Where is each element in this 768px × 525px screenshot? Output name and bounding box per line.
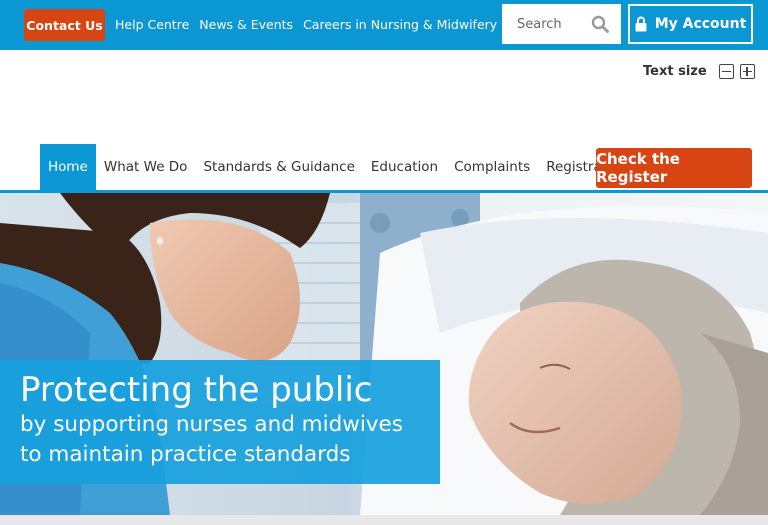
careers-link[interactable]: Careers in Nursing & Midwifery [303,17,497,32]
nav-item-home[interactable]: Home [40,144,96,190]
search-box [502,4,621,44]
utility-links: Help Centre News & Events Careers in Nur… [115,17,497,32]
decrease-text-icon[interactable] [718,64,734,79]
page-bottom-strip [0,515,768,525]
contact-us-button[interactable]: Contact Us [24,9,105,41]
hero-banner: Protecting the public by supporting nurs… [0,193,768,515]
search-input[interactable] [517,16,589,32]
increase-text-icon[interactable] [739,64,755,79]
hero-subtitle-line1: by supporting nurses and midwives [20,412,403,437]
text-size-label: Text size [643,64,707,79]
nav-item-standards-guidance[interactable]: Standards & Guidance [195,144,362,190]
hero-title: Protecting the public [20,370,373,410]
my-account-label: My Account [654,16,747,32]
my-account-button[interactable]: My Account [628,4,753,44]
nav-item-complaints[interactable]: Complaints [446,144,538,190]
top-utility-bar: Contact Us Help Centre News & Events Car… [0,0,768,50]
search-icon[interactable] [591,15,609,33]
help-centre-link[interactable]: Help Centre [115,17,189,32]
main-navigation: Home What We Do Standards & Guidance Edu… [40,144,636,190]
news-events-link[interactable]: News & Events [199,17,293,32]
nav-item-education[interactable]: Education [363,144,446,190]
nav-item-what-we-do[interactable]: What We Do [96,144,196,190]
hero-subtitle-line2: to maintain practice standards [20,442,351,467]
text-size-control: Text size [643,64,755,79]
check-the-register-button[interactable]: Check the Register [596,148,752,188]
lock-icon [635,16,647,32]
hero-caption: Protecting the public by supporting nurs… [0,360,440,484]
